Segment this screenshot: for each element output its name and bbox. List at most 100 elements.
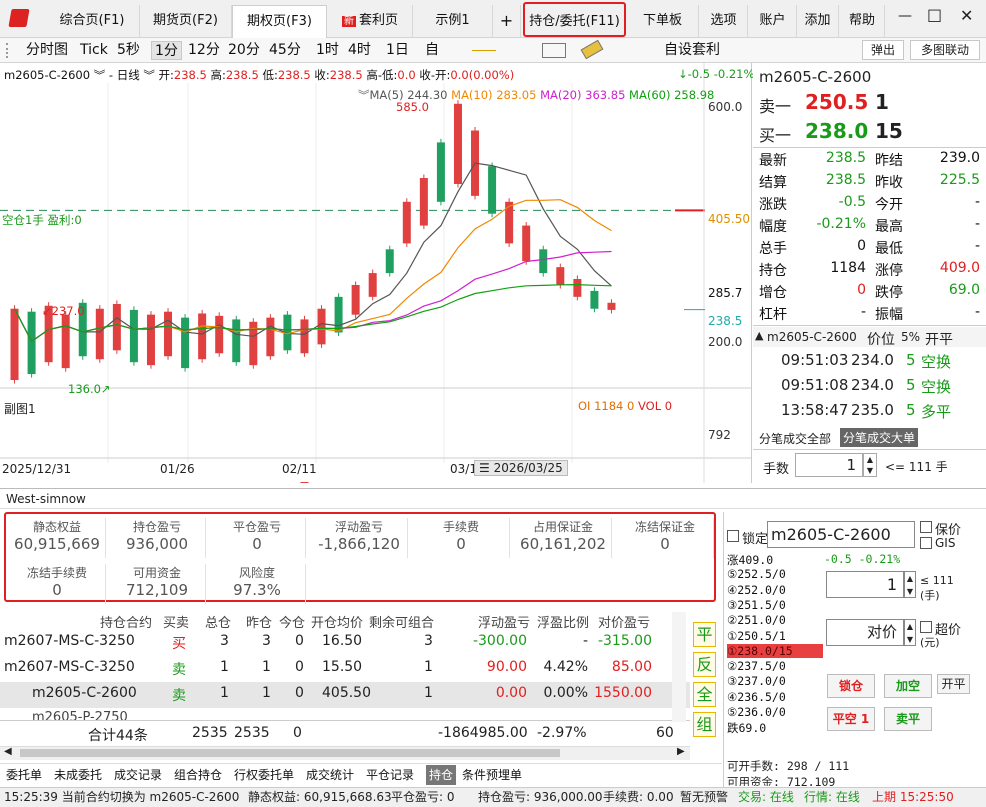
- period-1d[interactable]: 1日: [386, 41, 409, 60]
- order-symbol-input[interactable]: m2605-C-2600: [767, 521, 915, 548]
- order-qty-input[interactable]: 1: [826, 571, 904, 598]
- tab-overview[interactable]: 综合页(F1): [45, 5, 140, 37]
- rect-tool-icon[interactable]: [542, 43, 566, 58]
- period-timeshare[interactable]: 分时图: [26, 41, 68, 60]
- price-type-select[interactable]: 对价: [826, 619, 904, 646]
- close-short-button[interactable]: 平空 1: [827, 707, 875, 731]
- orderbook-level[interactable]: ③251.5/0: [727, 598, 823, 612]
- bottom-tab[interactable]: 行权委托单: [234, 765, 294, 785]
- side-action-button[interactable]: 组: [693, 712, 716, 737]
- add-short-button[interactable]: 加空: [884, 674, 932, 698]
- price-stepper-icon[interactable]: ▲ ▼: [904, 619, 916, 646]
- tab-positions-orders[interactable]: 持仓/委托(F11): [523, 2, 626, 37]
- table-row[interactable]: m2605-C-2600 卖 1 1 0 405.50 1 0.00 0.00%…: [0, 682, 690, 708]
- tab-options-menu[interactable]: 选项: [700, 5, 748, 37]
- lots-stepper-icon[interactable]: ▲ ▼: [863, 453, 877, 477]
- custom-arbitrage[interactable]: 自设套利: [664, 41, 720, 60]
- bottom-tab[interactable]: 平仓记录: [366, 765, 414, 785]
- popup-button[interactable]: 弹出: [862, 40, 904, 60]
- line-tool-icon[interactable]: [472, 50, 496, 51]
- orderbook-level[interactable]: ④236.5/0: [727, 690, 823, 704]
- bottom-tab[interactable]: 持仓: [426, 765, 457, 785]
- period-1h[interactable]: 1时: [316, 41, 339, 60]
- period-1m[interactable]: 1分: [151, 41, 182, 60]
- lock-position-button[interactable]: 锁仓: [827, 674, 875, 698]
- side-action-button[interactable]: 平: [693, 622, 716, 647]
- ma-collapse-icon[interactable]: ︾: [358, 88, 370, 102]
- ask-price[interactable]: 250.5: [805, 90, 868, 114]
- column-header[interactable]: 浮动盈亏: [478, 612, 530, 631]
- scroll-thumb[interactable]: [20, 749, 560, 757]
- eraser-icon[interactable]: [580, 39, 604, 60]
- period-20m[interactable]: 20分: [228, 41, 260, 60]
- price-chart-svg[interactable]: [0, 63, 752, 483]
- lots-input[interactable]: 1: [795, 453, 863, 477]
- table-row[interactable]: m2607-MS-C-3250 买 3 3 0 16.50 3 -300.00 …: [0, 630, 690, 656]
- chevron-down-icon[interactable]: ︾: [94, 68, 106, 82]
- orderbook-level[interactable]: 涨409.0: [727, 552, 823, 568]
- bottom-tab[interactable]: 组合持仓: [174, 765, 222, 785]
- orderbook-level[interactable]: ⑤252.5/0: [727, 567, 823, 581]
- period-4h[interactable]: 4时: [348, 41, 371, 60]
- side-action-button[interactable]: 反: [693, 652, 716, 677]
- qty-stepper-icon[interactable]: ▲ ▼: [904, 571, 916, 598]
- lock-checkbox[interactable]: [727, 530, 739, 542]
- orderbook-level[interactable]: ①238.0/15: [727, 643, 823, 658]
- side-action-button[interactable]: 全: [693, 682, 716, 707]
- column-header[interactable]: 总仓: [205, 612, 231, 631]
- bottom-tab[interactable]: 未成委托: [54, 765, 102, 785]
- orderbook-level[interactable]: ⑤236.0/0: [727, 705, 823, 719]
- orderbook-level[interactable]: ②237.5/0: [727, 659, 823, 673]
- bottom-tab[interactable]: 成交记录: [114, 765, 162, 785]
- multi-chart-link-button[interactable]: 多图联动: [910, 40, 980, 60]
- over-price-checkbox[interactable]: [920, 621, 932, 633]
- orderbook-level[interactable]: ④252.0/0: [727, 583, 823, 597]
- tick-tab-all[interactable]: 分笔成交全部: [759, 430, 831, 447]
- open-close-button[interactable]: 开平: [937, 674, 970, 694]
- maximize-icon[interactable]: □: [927, 5, 942, 24]
- gis-checkbox[interactable]: [920, 537, 932, 549]
- column-header[interactable]: 持仓合约: [100, 612, 152, 631]
- tab-options[interactable]: 期权页(F3): [232, 5, 327, 39]
- column-header[interactable]: 剩余可组合: [369, 612, 434, 631]
- period-5s[interactable]: 5秒: [117, 41, 140, 60]
- scroll-right-icon[interactable]: ▶: [677, 746, 685, 757]
- orderbook-level[interactable]: ③237.0/0: [727, 674, 823, 688]
- tab-order-board[interactable]: 下单板(F12): [627, 5, 699, 60]
- bottom-tab[interactable]: 委托单: [6, 765, 42, 785]
- column-header[interactable]: 昨仓: [246, 612, 272, 631]
- chevron-down-icon[interactable]: ︾: [143, 68, 155, 82]
- tab-add[interactable]: 添加: [797, 5, 839, 37]
- period-custom[interactable]: 自: [425, 41, 439, 60]
- column-header[interactable]: 浮盈比例: [537, 612, 589, 631]
- bid-price[interactable]: 238.0: [805, 119, 868, 143]
- keep-price-checkbox[interactable]: [920, 521, 932, 533]
- close-icon[interactable]: ✕: [960, 6, 973, 25]
- sell-close-button[interactable]: 卖平: [884, 707, 932, 731]
- table-row[interactable]: m2607-MS-C-3250 卖 1 1 0 15.50 1 90.00 4.…: [0, 656, 690, 682]
- scroll-left-icon[interactable]: ◀: [4, 746, 12, 757]
- orderbook-level[interactable]: ①250.5/1: [727, 629, 823, 643]
- vscroll[interactable]: [672, 612, 686, 722]
- menu-icon[interactable]: ☰: [479, 461, 494, 475]
- tab-futures[interactable]: 期货页(F2): [140, 5, 232, 37]
- tab-arbitrage[interactable]: 新套利页: [328, 5, 413, 37]
- orderbook-level[interactable]: 跌69.0: [727, 720, 823, 736]
- column-header[interactable]: 开仓均价: [311, 612, 363, 631]
- bottom-tab[interactable]: 条件预埋单: [462, 765, 522, 785]
- tab-help[interactable]: 帮助: [840, 5, 885, 37]
- period-45m[interactable]: 45分: [269, 41, 301, 60]
- tab-example1[interactable]: 示例1: [413, 5, 493, 37]
- bottom-tab[interactable]: 成交统计: [306, 765, 354, 785]
- period-tick[interactable]: Tick: [80, 41, 108, 60]
- tick-tab-large[interactable]: 分笔成交大单: [840, 428, 919, 447]
- period-12m[interactable]: 12分: [188, 41, 220, 60]
- column-header[interactable]: 买卖: [163, 612, 189, 631]
- column-header[interactable]: 对价盈亏: [598, 612, 650, 631]
- minimize-icon[interactable]: —: [898, 8, 912, 24]
- candlestick-chart-panel[interactable]: [0, 63, 752, 483]
- column-header[interactable]: 今仓: [279, 612, 305, 631]
- add-tab-button[interactable]: +: [493, 5, 521, 37]
- tab-account[interactable]: 账户: [749, 5, 797, 37]
- orderbook-level[interactable]: ②251.0/0: [727, 613, 823, 627]
